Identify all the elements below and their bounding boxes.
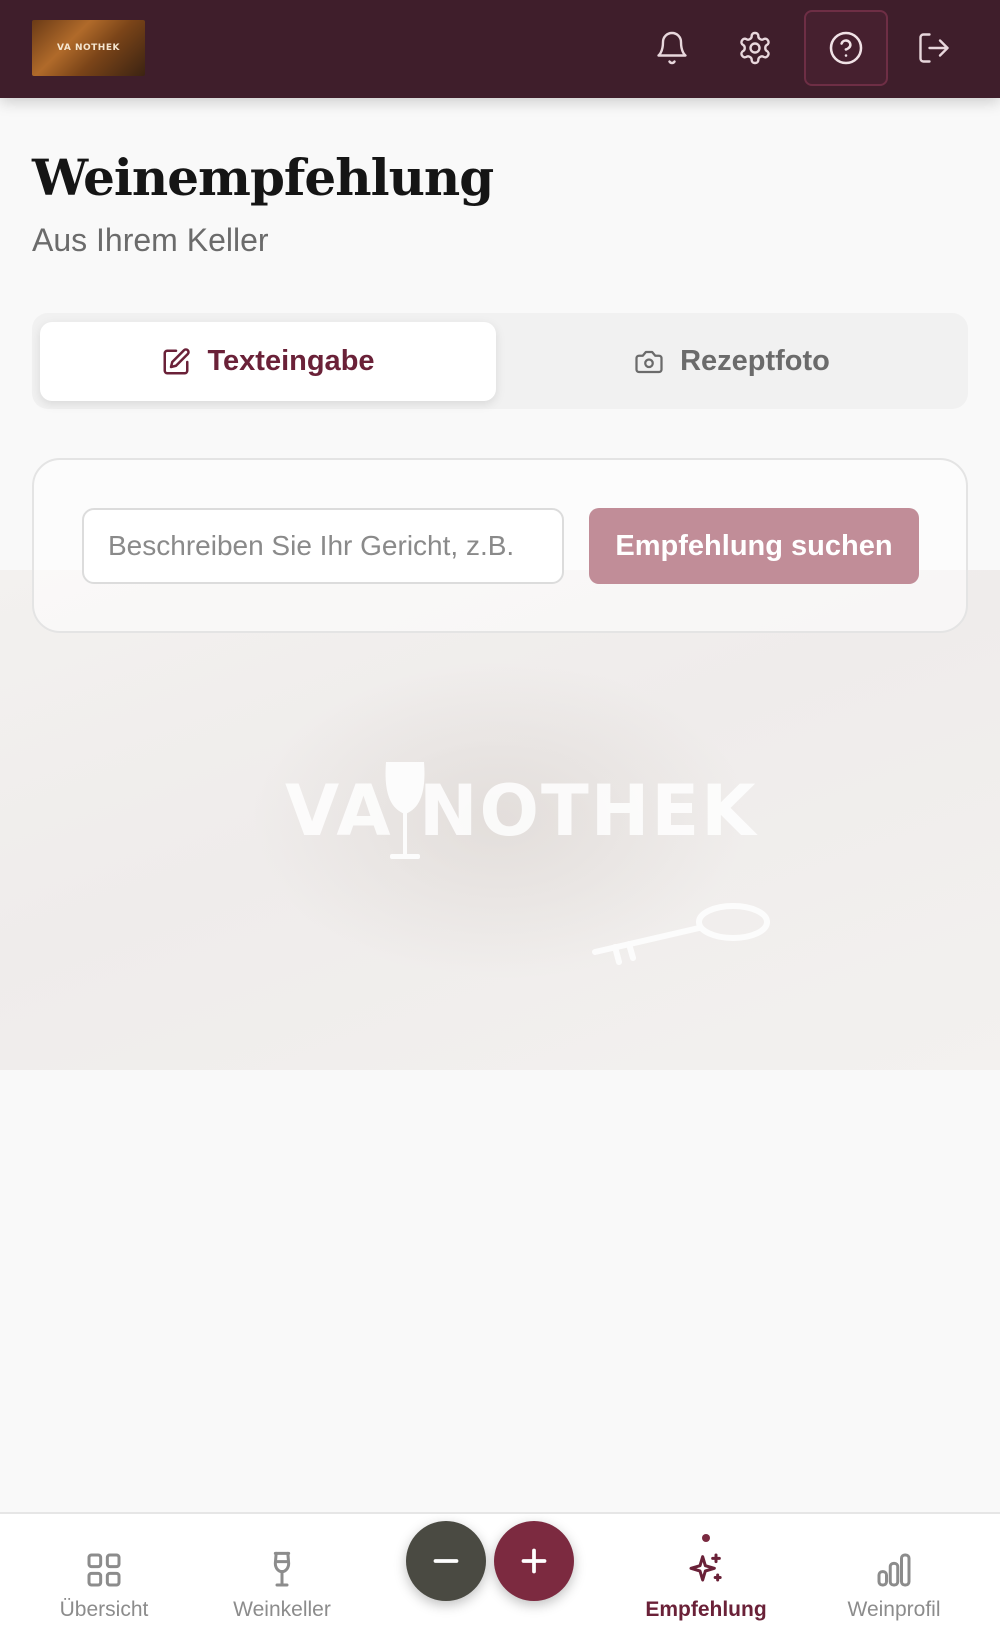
page-subtitle: Aus Ihrem Keller [32,222,269,258]
sparkles-icon [689,1553,722,1582]
logout-icon [919,33,949,63]
background-watermark-image: VA NOTHEK [0,570,1000,1070]
wine-glass-icon [273,1551,291,1587]
tab-texteingabe[interactable]: Texteingabe [40,322,496,401]
nav-item-label: Empfehlung [645,1598,767,1621]
gear-icon [740,31,770,65]
settings-button[interactable] [713,10,797,86]
logout-button[interactable] [892,10,976,86]
watermark-text: VA NOTHEK [285,770,758,852]
nav-item-label: Übersicht [59,1598,149,1621]
active-indicator-dot [702,1534,710,1542]
notifications-button[interactable] [630,10,714,86]
tab-texteingabe-label: Texteingabe [207,345,375,377]
input-mode-tabs: Texteingabe Rezeptfoto [32,313,968,409]
bell-icon [657,31,687,65]
nav-item-uebersicht[interactable]: Übersicht [44,1514,164,1642]
tab-rezeptfoto[interactable]: Rezeptfoto [504,322,960,401]
page-title: Weinempfehlung [32,148,494,207]
dish-input-card: Empfehlung suchen [32,458,968,633]
top-app-bar: VA NOTHEK [0,0,1000,98]
nav-item-weinkeller[interactable]: Weinkeller [222,1514,342,1642]
remove-wine-button[interactable] [406,1521,486,1601]
key-watermark-icon [592,903,770,965]
nav-item-label: Weinprofil [847,1598,941,1621]
bar-chart-icon [877,1553,911,1587]
help-button[interactable] [804,10,888,86]
search-recommendation-button[interactable]: Empfehlung suchen [589,508,919,584]
nav-item-weinprofil[interactable]: Weinprofil [834,1514,954,1642]
app-logo[interactable]: VA NOTHEK [32,20,145,76]
nav-item-label: Weinkeller [233,1598,331,1621]
dish-description-input[interactable] [82,508,564,584]
nav-item-empfehlung[interactable]: Empfehlung [636,1514,776,1642]
minus-icon [433,1559,459,1563]
grid-icon [87,1553,121,1587]
add-wine-button[interactable] [494,1521,574,1601]
camera-icon [635,350,663,373]
plus-icon [521,1548,547,1574]
edit-icon [163,347,191,374]
tab-rezeptfoto-label: Rezeptfoto [680,345,830,377]
help-circle-icon [829,31,863,65]
logo-text: VA NOTHEK [57,43,120,53]
